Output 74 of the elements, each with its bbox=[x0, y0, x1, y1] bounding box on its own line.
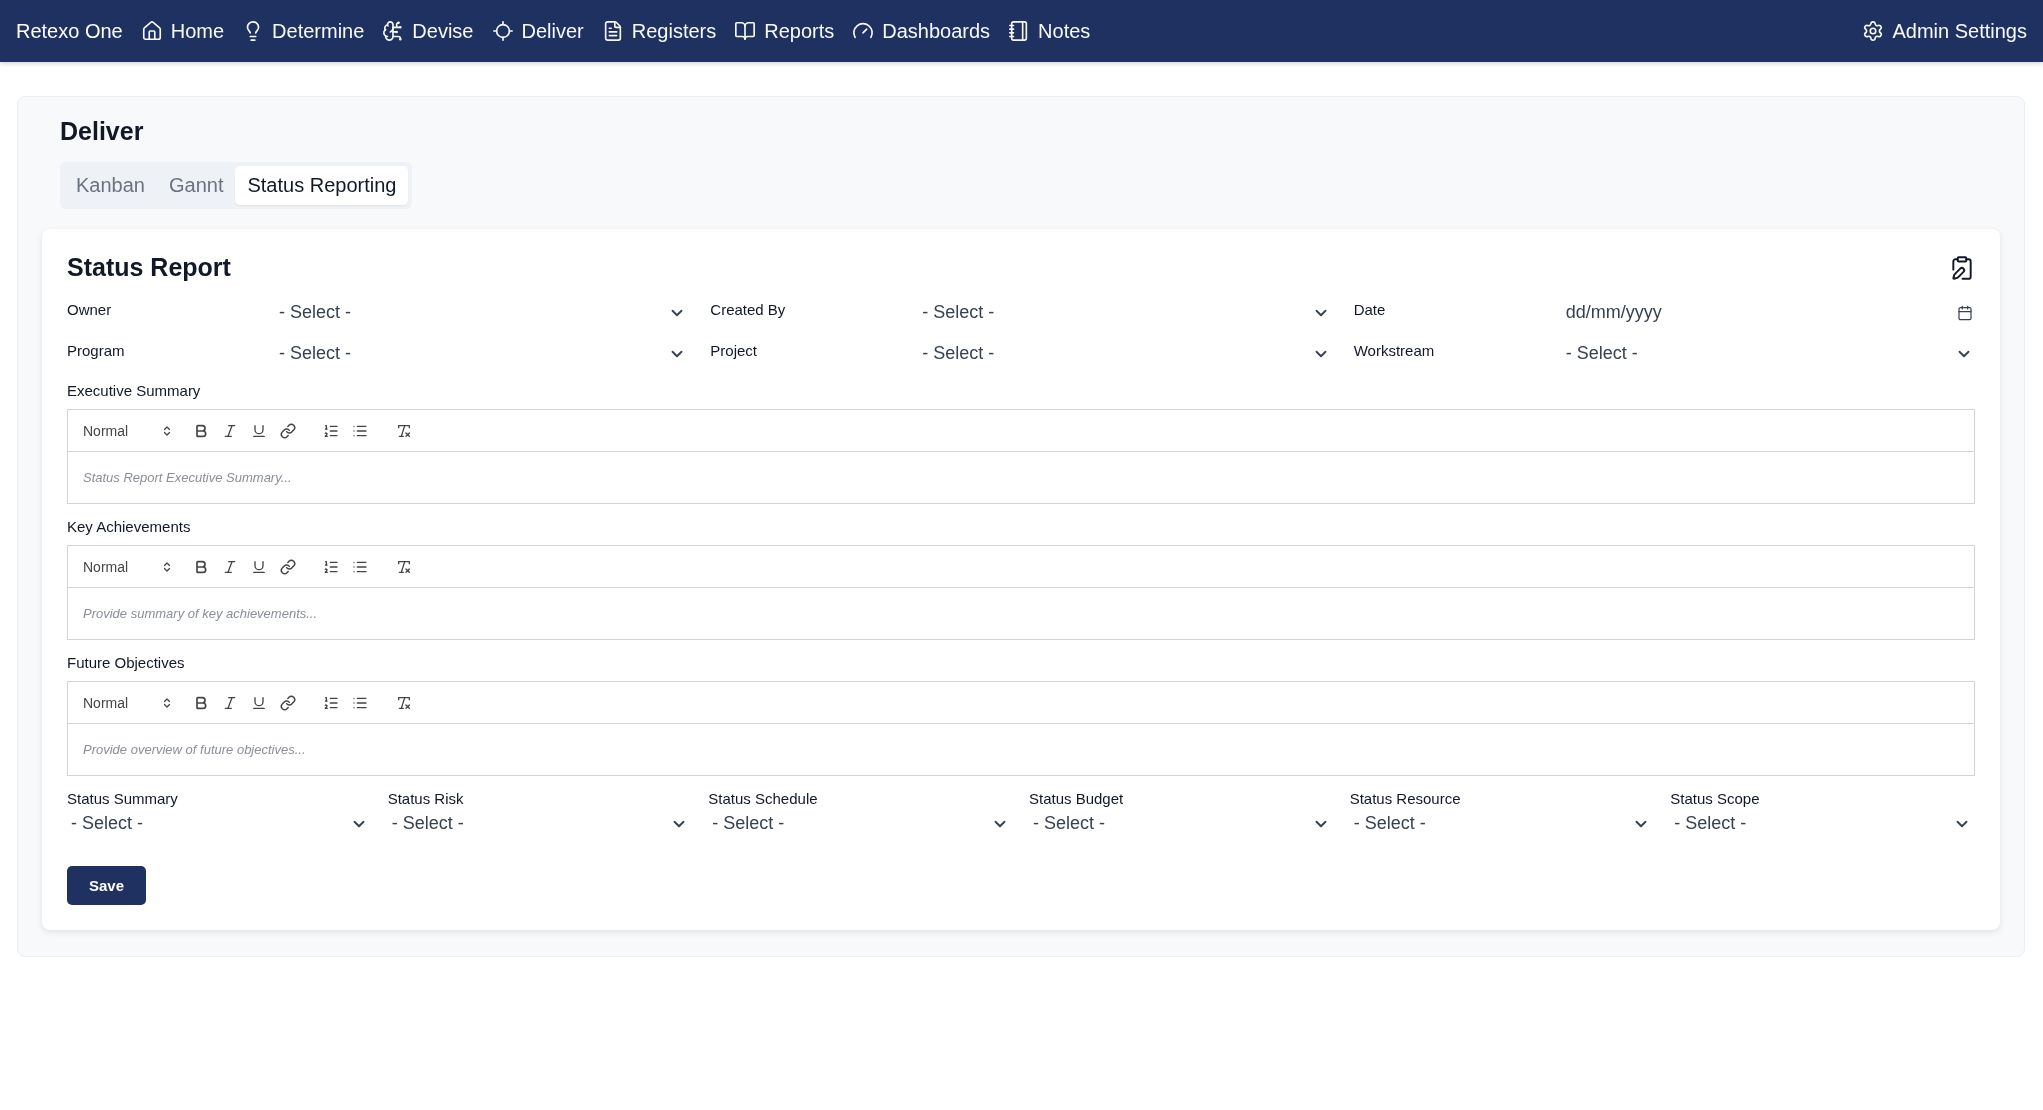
nav-link[interactable]: Determine bbox=[242, 19, 365, 43]
date-field[interactable]: dd/mm/yyyy bbox=[1565, 298, 1975, 327]
field-label: Status Summary bbox=[67, 790, 179, 807]
field-label: Created By bbox=[710, 300, 787, 318]
field-label: Status Schedule bbox=[708, 790, 819, 807]
brand-name[interactable]: Retexo One bbox=[16, 19, 123, 43]
link-button[interactable] bbox=[280, 558, 296, 575]
field-label: Status Scope bbox=[1670, 790, 1761, 807]
italic-button[interactable] bbox=[222, 558, 238, 575]
nav-link[interactable]: Dashboards bbox=[852, 19, 991, 43]
card-title: Status Report bbox=[67, 253, 231, 282]
field-label: Status Budget bbox=[1029, 790, 1125, 807]
select-field[interactable]: - Select - bbox=[387, 811, 693, 836]
nav-link[interactable]: Home bbox=[140, 19, 225, 43]
tab[interactable]: Status Reporting bbox=[235, 166, 409, 205]
format-dropdown[interactable]: Normal bbox=[83, 694, 173, 711]
save-button[interactable]: Save bbox=[67, 866, 147, 905]
field-label: Status Resource bbox=[1349, 790, 1462, 807]
tab[interactable]: Gannt bbox=[156, 166, 236, 205]
field-label: Project bbox=[710, 341, 758, 359]
bold-button[interactable] bbox=[193, 694, 209, 711]
up-down-icon bbox=[161, 696, 173, 709]
select-field[interactable]: - Select - bbox=[279, 339, 689, 368]
tab[interactable]: Kanban bbox=[64, 166, 157, 205]
format-dropdown[interactable]: Normal bbox=[83, 422, 173, 439]
field-label: Owner bbox=[67, 300, 113, 318]
underline-button[interactable] bbox=[251, 558, 267, 575]
select-field[interactable]: - Select - bbox=[922, 298, 1332, 327]
numbered-list-button[interactable] bbox=[323, 422, 339, 439]
numbered-list-button[interactable] bbox=[323, 694, 339, 711]
page-title: Deliver bbox=[60, 117, 145, 146]
bold-button[interactable] bbox=[193, 422, 209, 439]
nav-link[interactable]: Deliver bbox=[491, 19, 584, 43]
nav-link[interactable]: Devise bbox=[382, 19, 474, 43]
underline-button[interactable] bbox=[251, 694, 267, 711]
field-label: Status Risk bbox=[387, 790, 465, 807]
book-icon bbox=[734, 20, 757, 42]
select-field[interactable]: - Select - bbox=[1029, 811, 1334, 836]
up-down-icon bbox=[161, 424, 173, 437]
bold-button[interactable] bbox=[193, 558, 209, 575]
up-down-icon bbox=[161, 560, 173, 573]
field-label: Date bbox=[1353, 300, 1387, 318]
nav-link[interactable]: Reports bbox=[734, 19, 835, 43]
select-field[interactable]: - Select - bbox=[1670, 811, 1975, 836]
editor-label: Key Achievements bbox=[67, 518, 192, 535]
link-button[interactable] bbox=[280, 422, 296, 439]
format-dropdown[interactable]: Normal bbox=[83, 558, 173, 575]
brain-icon bbox=[382, 20, 405, 42]
numbered-list-button[interactable] bbox=[323, 558, 339, 575]
clear-format-button[interactable] bbox=[396, 422, 412, 439]
clipboard-pen-icon[interactable] bbox=[1949, 254, 1975, 281]
select-field[interactable]: - Select - bbox=[708, 811, 1013, 836]
select-field[interactable]: - Select - bbox=[279, 298, 689, 327]
select-field[interactable]: - Select - bbox=[922, 339, 1332, 368]
crosshair-icon bbox=[491, 20, 514, 42]
nav-link[interactable]: Registers bbox=[601, 19, 717, 43]
field-label: Workstream bbox=[1353, 341, 1436, 359]
link-button[interactable] bbox=[280, 694, 296, 711]
select-field[interactable]: - Select - bbox=[1349, 811, 1655, 836]
house-icon bbox=[140, 20, 163, 42]
underline-button[interactable] bbox=[251, 422, 267, 439]
select-field[interactable]: - Select - bbox=[1565, 339, 1975, 368]
field-label: Program bbox=[67, 341, 126, 359]
nav-link[interactable]: Notes bbox=[1008, 19, 1091, 43]
editor-label: Future Objectives bbox=[67, 654, 186, 671]
select-field[interactable]: - Select - bbox=[67, 811, 372, 836]
editor-label: Executive Summary bbox=[67, 382, 202, 399]
italic-button[interactable] bbox=[222, 422, 238, 439]
clear-format-button[interactable] bbox=[396, 694, 412, 711]
calendar-icon[interactable] bbox=[1957, 304, 1973, 321]
admin-settings-link[interactable]: Admin Settings bbox=[1862, 19, 2027, 43]
italic-button[interactable] bbox=[222, 694, 238, 711]
clear-format-button[interactable] bbox=[396, 558, 412, 575]
settings-icon bbox=[1862, 20, 1885, 42]
